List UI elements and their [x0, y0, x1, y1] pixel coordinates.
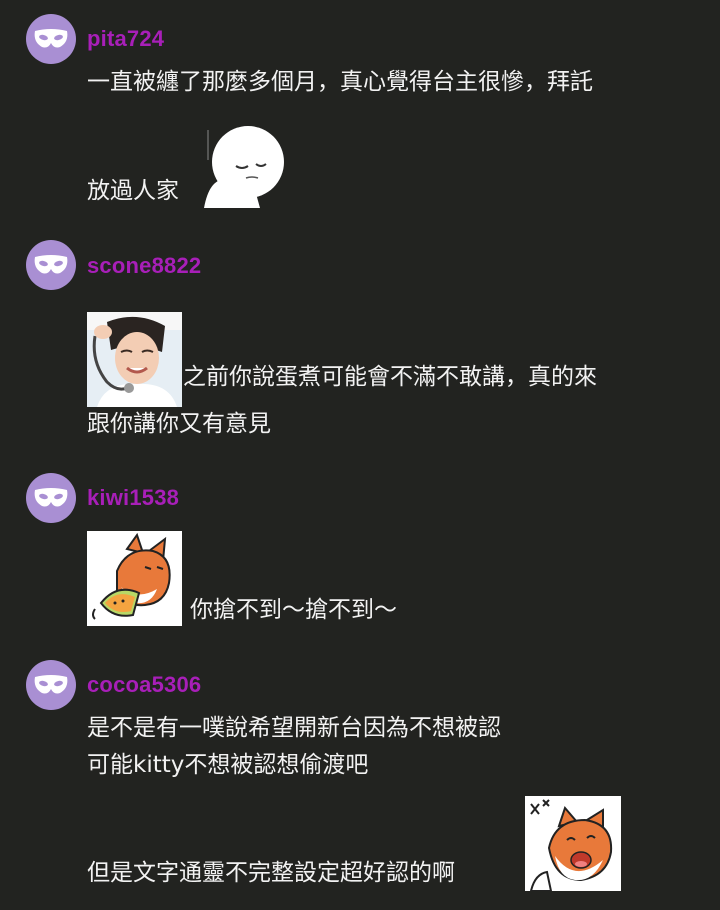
avatar[interactable] [26, 14, 76, 64]
avatar[interactable] [26, 473, 76, 523]
avatar[interactable] [26, 240, 76, 290]
comment-text: 是不是有一噗說希望開新台因為不想被認 [87, 715, 501, 741]
comment-text: 放過人家 [87, 178, 179, 204]
fox-eating-melon-sticker [87, 531, 182, 626]
comment-text: 可能kitty不想被認想偷渡吧 [87, 752, 369, 778]
comment-text: 跟你講你又有意見 [87, 411, 271, 437]
avatar[interactable] [26, 660, 76, 710]
username[interactable]: pita724 [87, 26, 164, 52]
mask-icon [34, 255, 68, 274]
mask-icon [34, 675, 68, 694]
mask-icon [34, 29, 68, 48]
nurse-photo-sticker [87, 312, 182, 407]
laughing-fox-sticker [525, 796, 621, 891]
mask-icon [34, 488, 68, 507]
username[interactable]: scone8822 [87, 253, 201, 279]
username[interactable]: cocoa5306 [87, 672, 201, 698]
comment-text: 一直被纏了那麼多個月，真心覺得台主很慘，拜託 [87, 69, 593, 95]
comment-text: 之前你說蛋煮可能會不滿不敢講，真的來 [183, 364, 597, 390]
comment-text: 但是文字通靈不完整設定超好認的啊 [87, 860, 455, 886]
comment-text: 你搶不到〜搶不到〜 [190, 597, 397, 623]
username[interactable]: kiwi1538 [87, 485, 179, 511]
sad-white-blob-sticker [200, 120, 290, 208]
